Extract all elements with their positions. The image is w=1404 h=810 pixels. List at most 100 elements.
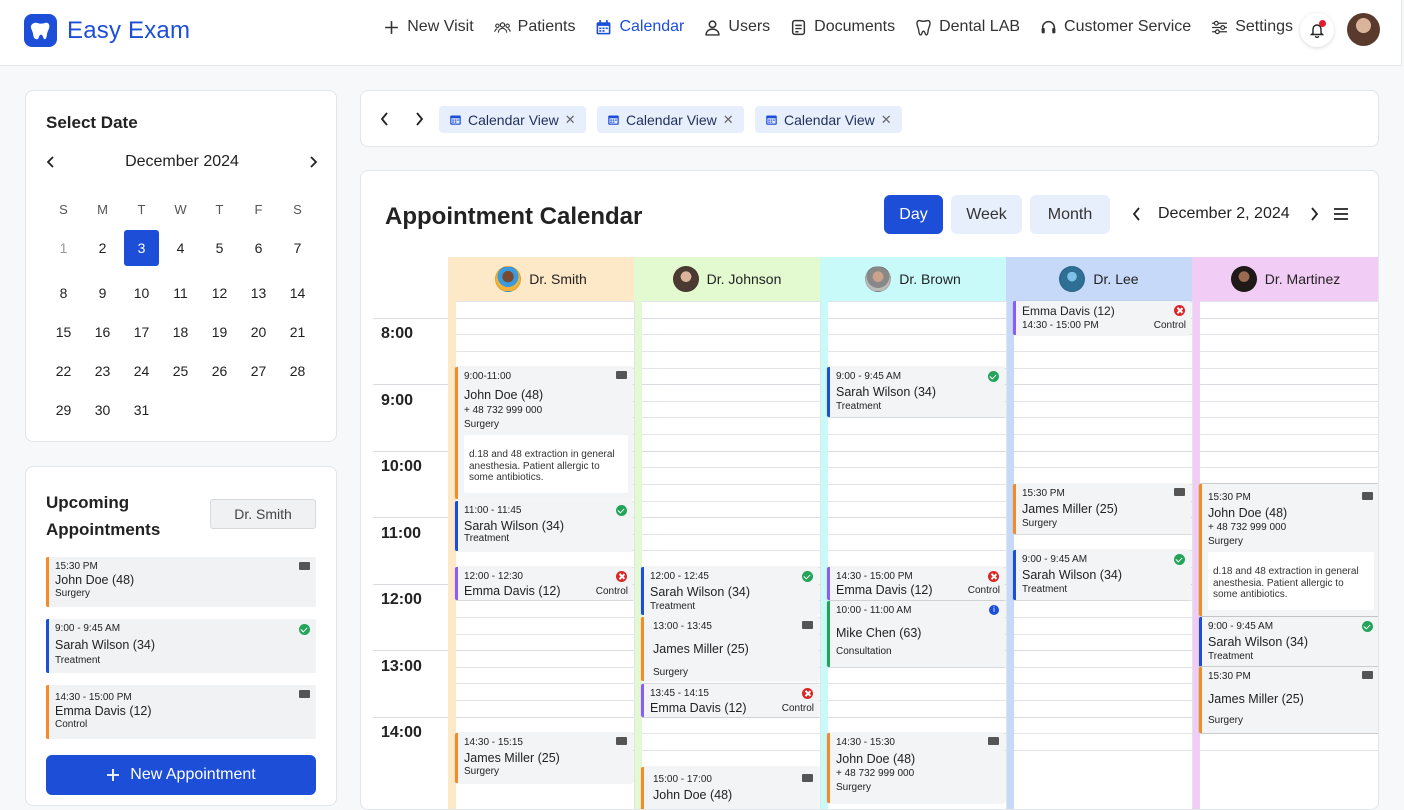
calendar-day[interactable]: 9: [83, 281, 122, 305]
appointment-card[interactable]: 15:30 PM James Miller (25) Surgery: [1199, 667, 1378, 733]
appointment-patient: John Doe (48): [836, 752, 916, 766]
nav-documents[interactable]: Documents: [790, 18, 895, 36]
tab-calendar-view[interactable]: Calendar View ✕: [597, 106, 744, 133]
calendar-day[interactable]: 10: [122, 281, 161, 305]
calendar-day[interactable]: 22: [44, 359, 83, 383]
doctor-avatar: [672, 266, 699, 292]
appointment-card[interactable]: 9:00 - 9:45 AM Sarah Wilson (34) Treatme…: [1013, 550, 1191, 600]
calendar-day[interactable]: 29: [44, 398, 83, 422]
calendar-day[interactable]: 16: [83, 320, 122, 344]
appointment-card[interactable]: 12:00 - 12:45 Sarah Wilson (34) Treatmen…: [641, 567, 819, 615]
calendar-day[interactable]: 21: [278, 320, 317, 344]
calendar-day[interactable]: 19: [200, 320, 239, 344]
calendar-day[interactable]: 14: [278, 281, 317, 305]
appointment-card[interactable]: 13:45 - 14:15 Emma Davis (12) Control: [641, 684, 819, 717]
calendar-day[interactable]: 5: [200, 236, 239, 260]
tab-calendar-view[interactable]: Calendar View ✕: [439, 106, 586, 133]
calendar-day[interactable]: 24: [122, 359, 161, 383]
doctor-name: Dr. Martinez: [1264, 271, 1341, 287]
doctor-filter[interactable]: Dr. Smith: [210, 499, 316, 529]
view-month-button[interactable]: Month: [1030, 195, 1110, 234]
user-avatar[interactable]: [1347, 13, 1380, 46]
appointment-card[interactable]: 15:30 PM James Miller (25) Surgery: [1013, 484, 1191, 534]
appointment-card[interactable]: 12:00 - 12:30 Emma Davis (12) Control: [455, 567, 633, 600]
nav-calendar[interactable]: Calendar: [595, 18, 684, 36]
date-picker-title: Select Date: [46, 113, 138, 132]
nav-label: Customer Service: [1064, 18, 1192, 35]
calendar-day[interactable]: 7: [278, 236, 317, 260]
chevron-left-icon[interactable]: [44, 155, 58, 169]
appointment-time: 15:30 PM: [1208, 671, 1251, 682]
main-nav: New Visit Patients Calendar Users Docume…: [383, 18, 1293, 36]
upcoming-title: Upcoming Appointments: [46, 493, 161, 539]
close-icon[interactable]: ✕: [723, 112, 734, 128]
doctor-column-header[interactable]: Dr. Johnson: [634, 257, 820, 301]
calendar-day[interactable]: 26: [200, 359, 239, 383]
calendar-day[interactable]: 6: [239, 236, 278, 260]
app-logo[interactable]: Easy Exam: [24, 14, 190, 47]
chevron-left-icon[interactable]: [379, 112, 391, 126]
appointment-patient: James Miller (25): [1022, 502, 1118, 516]
calendar-day[interactable]: 2: [83, 236, 122, 260]
appointment-card[interactable]: Emma Davis (12) 14:30 - 15:00 PM Control: [1013, 301, 1191, 335]
calendar-day[interactable]: 11: [161, 281, 200, 305]
appointment-card[interactable]: 14:30 - 15:15 James Miller (25) Surgery: [455, 733, 633, 783]
calendar-day[interactable]: 20: [239, 320, 278, 344]
chevron-right-icon[interactable]: [306, 155, 320, 169]
upcoming-appointment[interactable]: 15:30 PM John Doe (48) Surgery: [46, 557, 316, 607]
calendar-day[interactable]: 12: [200, 281, 239, 305]
calendar-day[interactable]: 30: [83, 398, 122, 422]
appointment-card[interactable]: 14:30 - 15:00 PM Emma Davis (12) Control: [827, 567, 1005, 600]
nav-new-visit[interactable]: New Visit: [383, 18, 474, 36]
appointment-type: Surgery: [1208, 715, 1244, 726]
appointment-card[interactable]: 14:30 - 15:30 John Doe (48) + 48 732 999…: [827, 733, 1005, 803]
chevron-right-icon[interactable]: [1309, 207, 1319, 221]
calendar-day[interactable]: 28: [278, 359, 317, 383]
close-icon[interactable]: ✕: [565, 112, 576, 128]
appointment-card[interactable]: 11:00 - 11:45 Sarah Wilson (34) Treatmen…: [455, 501, 633, 551]
menu-icon[interactable]: [1334, 208, 1348, 220]
calendar-day[interactable]: 1: [44, 236, 83, 260]
chevron-right-icon[interactable]: [413, 112, 425, 126]
appointment-type: Consultation: [836, 646, 892, 657]
appointment-card[interactable]: 10:00 - 11:00 AM Mike Chen (63) Consulta…: [827, 601, 1005, 667]
doctor-column-header[interactable]: Dr. Martinez: [1192, 257, 1378, 301]
view-day-button[interactable]: Day: [884, 195, 943, 234]
doctor-column-header[interactable]: Dr. Smith: [448, 257, 634, 301]
appointment-card[interactable]: 9:00 - 9:45 AM Sarah Wilson (34) Treatme…: [1199, 617, 1378, 667]
appointment-card[interactable]: 9:00-11:00 John Doe (48) + 48 732 999 00…: [455, 367, 633, 499]
calendar-day[interactable]: 23: [83, 359, 122, 383]
chevron-left-icon[interactable]: [1132, 207, 1142, 221]
close-icon[interactable]: ✕: [881, 112, 892, 128]
calendar-day[interactable]: 31: [122, 398, 161, 422]
nav-settings[interactable]: Settings: [1211, 18, 1293, 36]
calendar-day[interactable]: 8: [44, 281, 83, 305]
calendar-day[interactable]: 15: [44, 320, 83, 344]
notifications-button[interactable]: [1300, 13, 1334, 47]
calendar-day[interactable]: 25: [161, 359, 200, 383]
appointment-card[interactable]: 15:30 PM John Doe (48) + 48 732 999 000 …: [1199, 484, 1378, 616]
nav-customer-service[interactable]: Customer Service: [1040, 18, 1191, 36]
view-week-button[interactable]: Week: [951, 195, 1022, 234]
calendar-day[interactable]: 13: [239, 281, 278, 305]
appointment-card[interactable]: 9:00 - 9:45 AM Sarah Wilson (34) Treatme…: [827, 367, 1005, 417]
selected-day[interactable]: 3: [124, 230, 159, 266]
calendar-day[interactable]: 17: [122, 320, 161, 344]
calendar-day[interactable]: 4: [161, 236, 200, 260]
nav-dental-lab[interactable]: Dental LAB: [915, 18, 1020, 36]
appointment-card[interactable]: 13:00 - 13:45 James Miller (25) Surgery: [641, 617, 819, 681]
upcoming-appointment[interactable]: 9:00 - 9:45 AM Sarah Wilson (34) Treatme…: [46, 619, 316, 673]
tab-calendar-view[interactable]: Calendar View ✕: [755, 106, 902, 133]
appointment-card[interactable]: 15:00 - 17:00 John Doe (48): [641, 767, 819, 809]
new-appointment-button[interactable]: New Appointment: [46, 755, 316, 795]
nav-users[interactable]: Users: [704, 18, 770, 36]
upcoming-appointment[interactable]: 14:30 - 15:00 PM Emma Davis (12) Control: [46, 685, 316, 739]
day-grid: S M T W T F S 1 2 3 4 5 6 7 8 9 10 11 12 13 14 15 16 17 18 19 20 21…: [44, 197, 318, 422]
nav-patients[interactable]: Patients: [493, 18, 575, 36]
doctor-column-header[interactable]: Dr. Brown: [820, 257, 1006, 301]
calendar-day[interactable]: 18: [161, 320, 200, 344]
mail-icon: [802, 774, 813, 782]
calendar-day[interactable]: 27: [239, 359, 278, 383]
doctor-column-header[interactable]: Dr. Lee: [1006, 257, 1192, 301]
date-picker-card: Select Date December 2024 SMTWTFS1234567…: [25, 90, 337, 442]
